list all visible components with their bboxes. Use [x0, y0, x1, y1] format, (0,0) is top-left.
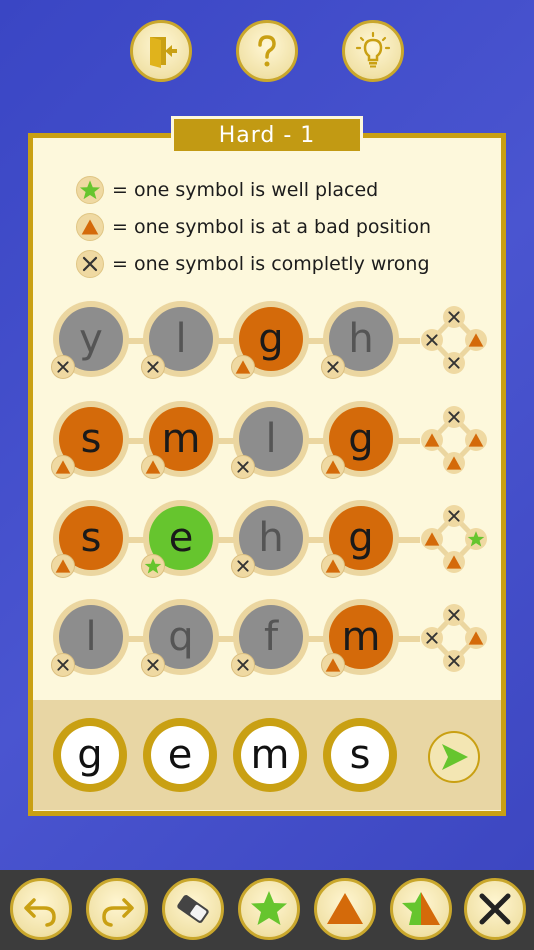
guess-peg: g — [321, 500, 399, 578]
clue-diamond — [421, 500, 487, 576]
triangle-icon — [465, 627, 487, 649]
input-slot-1[interactable]: g — [53, 718, 127, 792]
clue-diamond — [421, 599, 487, 675]
legend-well-placed: = one symbol is well placed — [76, 175, 378, 205]
cross-icon — [76, 250, 104, 278]
guess-row: sehg — [0, 500, 534, 580]
cross-icon — [231, 554, 255, 578]
guess-peg: m — [321, 599, 399, 677]
cross-icon — [443, 306, 465, 328]
cross-icon — [321, 355, 345, 379]
triangle-icon — [421, 528, 443, 550]
star-icon — [141, 554, 165, 578]
triangle-icon — [321, 455, 345, 479]
cross-icon — [421, 329, 443, 351]
clue-diamond — [421, 401, 487, 477]
guess-peg: g — [231, 301, 309, 379]
legend-bad-position-text: = one symbol is at a bad position — [112, 216, 432, 238]
cross-icon — [51, 355, 75, 379]
play-arrow-icon — [442, 744, 468, 770]
guess-peg: s — [51, 401, 129, 479]
legend-bad-position: = one symbol is at a bad position — [76, 212, 431, 242]
help-button[interactable] — [236, 20, 298, 82]
triangle-icon — [465, 429, 487, 451]
triangle-icon — [51, 554, 75, 578]
cross-icon — [51, 653, 75, 677]
triangle-icon — [443, 551, 465, 573]
guess-row: ylgh — [0, 301, 534, 381]
star-triangle-icon — [402, 892, 440, 925]
star-icon — [251, 891, 287, 925]
legend-well-placed-text: = one symbol is well placed — [112, 179, 379, 201]
hint-lightbulb-icon — [355, 31, 391, 68]
guess-peg: q — [141, 599, 219, 677]
triangle-icon — [321, 554, 345, 578]
cross-icon — [443, 352, 465, 374]
guess-peg: f — [231, 599, 309, 677]
hint-button[interactable] — [342, 20, 404, 82]
guess-peg: h — [321, 301, 399, 379]
star-triangle-tool-button[interactable] — [390, 878, 452, 940]
cross-icon — [421, 627, 443, 649]
input-letter: s — [331, 726, 389, 784]
input-letter: m — [241, 726, 299, 784]
level-title: Hard - 1 — [171, 116, 363, 154]
cross-icon — [231, 455, 255, 479]
input-slot-3[interactable]: m — [233, 718, 307, 792]
submit-button[interactable] — [428, 731, 480, 783]
triangle-icon — [443, 452, 465, 474]
input-slot-2[interactable]: e — [143, 718, 217, 792]
guess-peg: m — [141, 401, 219, 479]
cross-tool-button[interactable] — [464, 878, 526, 940]
triangle-icon — [231, 355, 255, 379]
star-icon — [76, 176, 104, 204]
exit-button[interactable] — [130, 20, 192, 82]
guess-peg: l — [51, 599, 129, 677]
guess-row: lqfm — [0, 599, 534, 679]
triangle-icon — [51, 455, 75, 479]
guess-peg: h — [231, 500, 309, 578]
cross-icon — [141, 355, 165, 379]
help-question-icon — [258, 35, 276, 67]
cross-icon — [443, 650, 465, 672]
input-letter: g — [61, 726, 119, 784]
triangle-icon — [465, 329, 487, 351]
triangle-icon — [76, 213, 104, 241]
undo-icon — [24, 898, 56, 927]
triangle-icon — [141, 455, 165, 479]
triangle-tool-button[interactable] — [314, 878, 376, 940]
guess-peg: l — [141, 301, 219, 379]
input-slot-4[interactable]: s — [323, 718, 397, 792]
redo-button[interactable] — [86, 878, 148, 940]
cross-icon — [141, 653, 165, 677]
star-icon — [465, 528, 487, 550]
guess-peg: s — [51, 500, 129, 578]
guess-peg: y — [51, 301, 129, 379]
guess-peg: e — [141, 500, 219, 578]
cross-icon — [231, 653, 255, 677]
guess-peg: g — [321, 401, 399, 479]
eraser-icon — [177, 895, 209, 923]
cross-icon — [443, 505, 465, 527]
guess-row: smlg — [0, 401, 534, 481]
triangle-icon — [327, 893, 363, 924]
undo-button[interactable] — [10, 878, 72, 940]
eraser-button[interactable] — [162, 878, 224, 940]
cross-icon — [479, 893, 511, 925]
redo-icon — [102, 898, 134, 927]
legend-wrong-text: = one symbol is completly wrong — [112, 253, 430, 275]
legend-wrong: = one symbol is completly wrong — [76, 249, 430, 279]
triangle-icon — [321, 653, 345, 677]
exit-door-icon — [150, 37, 177, 68]
cross-icon — [443, 604, 465, 626]
triangle-icon — [421, 429, 443, 451]
star-tool-button[interactable] — [238, 878, 300, 940]
cross-icon — [443, 406, 465, 428]
clue-diamond — [421, 301, 487, 377]
guess-peg: l — [231, 401, 309, 479]
input-letter: e — [151, 726, 209, 784]
